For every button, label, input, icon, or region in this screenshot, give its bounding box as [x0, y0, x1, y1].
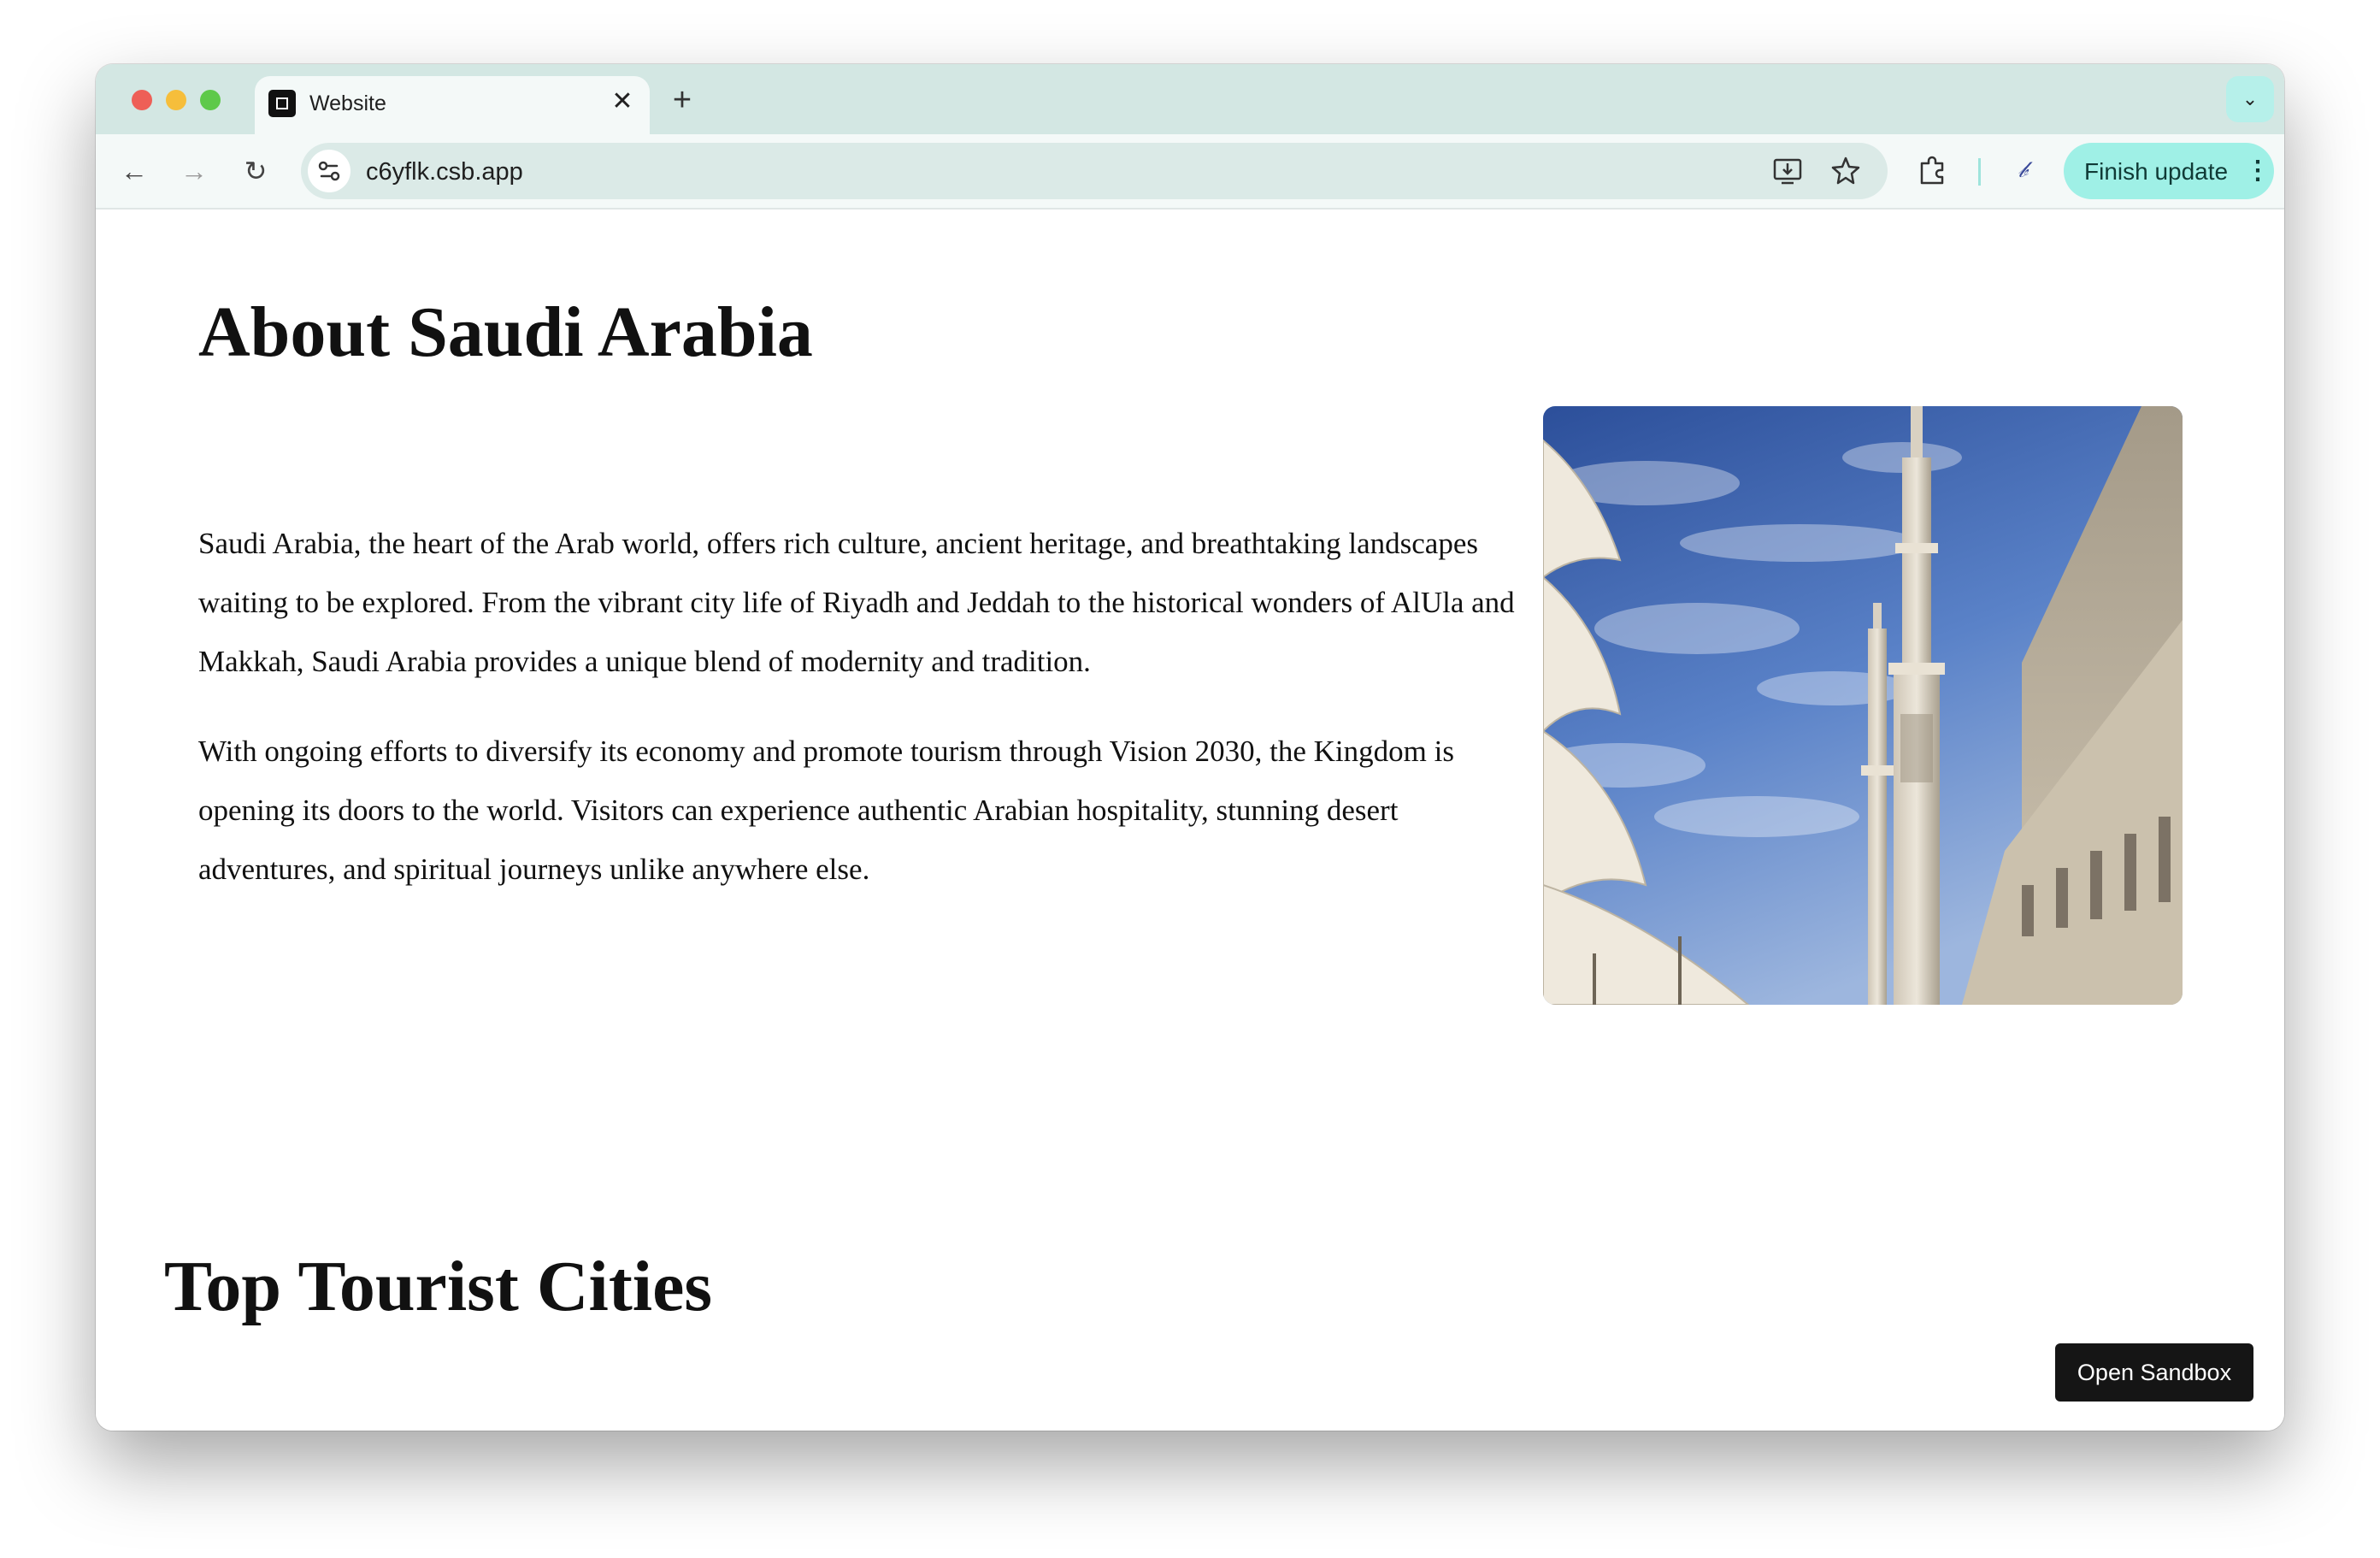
back-arrow-icon[interactable]: ←: [115, 151, 154, 191]
bookmark-star-icon[interactable]: [1826, 151, 1865, 191]
close-tab-icon[interactable]: ✕: [607, 86, 638, 117]
tab-website[interactable]: Website ✕: [255, 76, 650, 134]
about-heading: About Saudi Arabia: [198, 292, 813, 372]
browser-window: Website ✕ + ⌄ ← → ↻ c6yflk.csb.app 𝒷 Fin…: [96, 64, 2284, 1431]
codesandbox-favicon-icon: [268, 90, 296, 117]
top-cities-heading: Top Tourist Cities: [164, 1247, 713, 1326]
tab-title: Website: [309, 91, 386, 115]
extensions-puzzle-icon[interactable]: [1913, 151, 1953, 191]
site-settings-icon[interactable]: [308, 150, 351, 192]
more-menu-icon[interactable]: ⋮: [2245, 155, 2271, 187]
maximize-window-button[interactable]: [200, 90, 221, 110]
new-tab-button[interactable]: +: [665, 83, 699, 117]
tab-strip: Website ✕ + ⌄: [96, 64, 2284, 134]
about-text: Saudi Arabia, the heart of the Arab worl…: [198, 514, 1532, 929]
profile-icon[interactable]: 𝒷: [2006, 153, 2040, 187]
finish-update-button[interactable]: Finish update ⋮: [2064, 143, 2274, 199]
mosque-minaret-image: [1543, 406, 2183, 1005]
open-sandbox-button[interactable]: Open Sandbox: [2055, 1343, 2253, 1402]
close-window-button[interactable]: [132, 90, 152, 110]
browser-toolbar: ← → ↻ c6yflk.csb.app 𝒷 Finish update ⋮: [96, 134, 2284, 210]
install-app-icon[interactable]: [1768, 151, 1807, 191]
url-text[interactable]: c6yflk.csb.app: [366, 157, 523, 186]
minimize-window-button[interactable]: [166, 90, 186, 110]
reload-icon[interactable]: ↻: [236, 151, 275, 191]
forward-arrow-icon[interactable]: →: [174, 151, 214, 191]
tab-search-chevron-icon[interactable]: ⌄: [2226, 76, 2274, 122]
finish-update-label: Finish update: [2084, 158, 2229, 185]
toolbar-divider: [1978, 158, 1981, 186]
about-paragraph: Saudi Arabia, the heart of the Arab worl…: [198, 527, 1515, 678]
about-paragraph: With ongoing efforts to diversify its ec…: [198, 735, 1454, 886]
page-content: About Saudi Arabia Saudi Arabia, the hea…: [96, 210, 2284, 1431]
address-bar[interactable]: c6yflk.csb.app: [301, 143, 1888, 199]
